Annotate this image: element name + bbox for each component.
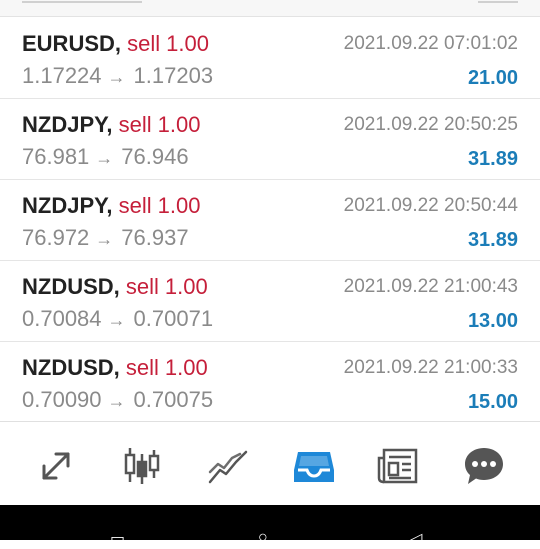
open-price: 0.70084 [22, 306, 102, 331]
trade-volume: 1.00 [166, 31, 209, 56]
trade-time: 2021.09.22 07:01:02 [343, 33, 518, 54]
trade-symbol: NZDJPY [22, 112, 107, 137]
trade-symbol: NZDJPY [22, 193, 107, 218]
quotes-tab[interactable] [30, 440, 82, 492]
trade-volume: 1.00 [164, 355, 208, 380]
system-nav-bar: ▭ ○ ◁ [0, 505, 540, 548]
trade-time: 2021.09.22 20:50:44 [343, 195, 518, 216]
trade-row[interactable]: NZDJPY, sell 1.00 76.972 → 76.937 2021.09.2… [0, 179, 540, 261]
trade-type: sell [125, 355, 159, 380]
current-price: 0.70071 [133, 306, 214, 331]
current-price: 76.937 [121, 225, 189, 250]
home-icon[interactable]: ○ [258, 529, 268, 547]
trade-time: 2021.09.22 21:00:33 [343, 357, 518, 378]
trade-symbol: NZDUSD [22, 355, 114, 380]
trade-tab-active[interactable] [288, 440, 340, 492]
open-price: 0.70090 [22, 387, 102, 412]
bottom-toolbar [0, 421, 540, 506]
arrow-icon: → [107, 391, 126, 411]
chat-icon [465, 448, 503, 484]
current-price: 0.70075 [133, 387, 214, 412]
chat-tab[interactable] [458, 440, 510, 492]
trade-volume: 1.00 [157, 112, 201, 137]
trade-profit: 13.00 [467, 310, 518, 332]
trade-row[interactable]: EURUSD, sell 1.00 1.17224 → 1.17203 2021.09… [0, 17, 540, 99]
trade-profit: 21.00 [467, 67, 518, 89]
recent-apps-icon[interactable]: ▭ [110, 529, 125, 549]
trade-profit: 31.89 [467, 229, 518, 251]
trade-type: sell [127, 31, 161, 56]
line-chart-icon [208, 450, 248, 484]
trade-row[interactable]: NZDJPY, sell 1.00 76.981 → 76.946 2021.09.2… [0, 98, 540, 180]
current-price: 76.946 [121, 144, 189, 169]
open-price: 76.981 [22, 144, 90, 169]
candlestick-chart-icon [124, 448, 160, 484]
arrow-icon: → [95, 229, 114, 249]
chart-tab[interactable] [116, 440, 168, 492]
trade-row[interactable]: NZDUSD, sell 1.00 0.70090 → 0.70075 2021.09… [0, 341, 540, 423]
trade-type: sell [118, 112, 152, 137]
trade-profit: 15.00 [467, 391, 518, 413]
trade-type: sell [125, 274, 159, 299]
trade-chart-tab[interactable] [202, 440, 254, 492]
trade-row[interactable]: NZDUSD, sell 1.00 0.70084 → 0.70071 2021.09… [0, 260, 540, 342]
trade-type: sell [118, 193, 152, 218]
news-icon [377, 448, 418, 484]
open-price: 76.972 [22, 225, 90, 250]
arrow-icon: → [107, 67, 126, 87]
trade-volume: 1.00 [157, 193, 201, 218]
trade-volume: 1.00 [164, 274, 208, 299]
arrow-icon: → [95, 148, 114, 168]
previous-row-edge [0, 0, 540, 17]
trade-time: 2021.09.22 21:00:43 [343, 276, 518, 297]
trade-symbol: NZDUSD [22, 274, 114, 299]
trade-profit: 31.89 [467, 148, 518, 170]
current-price: 1.17203 [133, 63, 214, 88]
inbox-trade-icon [294, 452, 334, 482]
open-price: 1.17224 [22, 63, 102, 88]
quotes-arrows-icon [42, 452, 70, 480]
back-icon[interactable]: ◁ [410, 529, 422, 549]
news-tab[interactable] [372, 440, 424, 492]
arrow-icon: → [107, 310, 126, 330]
trade-symbol: EURUSD [22, 31, 115, 56]
trade-time: 2021.09.22 20:50:25 [343, 114, 518, 135]
